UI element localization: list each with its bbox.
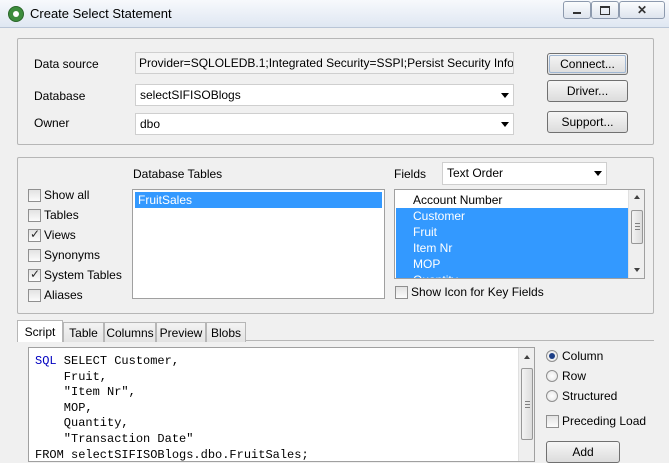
filter-checkbox[interactable]: [28, 209, 41, 222]
filter-checkbox-label: Views: [44, 228, 76, 242]
driver-button-label: Driver...: [566, 84, 609, 98]
tab-columns[interactable]: Columns: [104, 322, 156, 342]
tab-preview[interactable]: Preview: [156, 322, 206, 342]
scroll-up-icon[interactable]: [634, 195, 640, 199]
database-select[interactable]: selectSIFISOBlogs: [135, 84, 514, 106]
grip-line: [635, 223, 640, 224]
filter-checkbox[interactable]: [28, 227, 41, 242]
fields-label: Fields: [394, 167, 427, 181]
data-source-field[interactable]: Provider=SQLOLEDB.1;Integrated Security=…: [135, 52, 514, 74]
field-list-item[interactable]: Fruit: [396, 224, 628, 240]
add-button[interactable]: Add: [546, 441, 620, 463]
field-list-item[interactable]: Account Number: [396, 192, 628, 208]
table-list-item[interactable]: FruitSales: [135, 192, 382, 208]
filter-checkbox[interactable]: [28, 249, 41, 262]
script-text: SQL SELECT Customer, Fruit, "Item Nr", M…: [35, 354, 309, 462]
tab-blobs[interactable]: Blobs: [206, 322, 246, 342]
support-button-label: Support...: [561, 115, 614, 129]
fields-list[interactable]: Account NumberCustomerFruitItem NrMOPQua…: [394, 189, 645, 279]
script-editor[interactable]: SQL SELECT Customer, Fruit, "Item Nr", M…: [28, 347, 535, 462]
filter-checkbox-label: System Tables: [44, 268, 122, 282]
owner-select[interactable]: dbo: [135, 113, 514, 135]
chevron-down-icon: [594, 171, 602, 176]
data-source-label: Data source: [34, 57, 99, 71]
database-label: Database: [34, 89, 86, 103]
minimize-icon: [573, 12, 581, 14]
column-radio-label: Column: [562, 349, 604, 363]
field-list-item[interactable]: Customer: [396, 208, 628, 224]
connect-button-label: Connect...: [549, 55, 626, 73]
filter-checkbox-list: Show all Tables Views Synonyms System Tables…: [28, 188, 128, 309]
column-radio[interactable]: [546, 350, 558, 362]
connect-button[interactable]: Connect...: [547, 53, 628, 75]
row-radio[interactable]: [546, 370, 558, 382]
title-bar: Create Select Statement ✕: [0, 0, 669, 28]
add-button-label: Add: [572, 445, 594, 459]
field-order-select[interactable]: Text Order: [442, 162, 607, 185]
structured-radio-label: Structured: [562, 389, 618, 403]
database-tables-header: Database Tables: [133, 167, 223, 181]
tab-script[interactable]: Script: [17, 320, 63, 342]
filter-checkbox-label: Aliases: [44, 288, 83, 302]
scroll-up-icon[interactable]: [524, 355, 530, 359]
tab-table[interactable]: Table: [63, 322, 104, 342]
script-body: SELECT Customer, Fruit, "Item Nr", MOP, …: [35, 354, 309, 462]
filter-checkbox[interactable]: [28, 267, 41, 282]
field-order-value: Text Order: [447, 166, 504, 180]
script-scrollbar[interactable]: [518, 348, 534, 461]
maximize-button[interactable]: [591, 1, 619, 19]
filter-checkbox-label: Tables: [44, 208, 79, 222]
fields-scrollbar[interactable]: [628, 190, 644, 278]
row-radio-label: Row: [562, 369, 587, 383]
filter-checkbox-label: Synonyms: [44, 248, 101, 262]
sql-keyword: SQL: [35, 354, 57, 368]
filter-checkbox[interactable]: [28, 289, 41, 302]
minimize-button[interactable]: [563, 1, 591, 19]
field-list-item[interactable]: MOP: [396, 256, 628, 272]
preceding-load-checkbox[interactable]: [546, 415, 559, 428]
grip-line: [525, 401, 530, 402]
chevron-down-icon: [501, 122, 509, 127]
structured-radio[interactable]: [546, 390, 558, 402]
preceding-load-label: Preceding Load: [562, 414, 647, 428]
support-button[interactable]: Support...: [547, 111, 628, 133]
show-icon-key-fields-checkbox[interactable]: [395, 286, 408, 299]
owner-value: dbo: [140, 117, 161, 131]
qlik-app-icon: [8, 6, 24, 22]
field-list-item[interactable]: Quantity: [396, 272, 628, 278]
chevron-down-icon: [501, 93, 509, 98]
grip-line: [635, 229, 640, 230]
field-list-item[interactable]: Item Nr: [396, 240, 628, 256]
database-tables-list[interactable]: FruitSales: [132, 189, 385, 299]
grip-line: [525, 407, 530, 408]
show-icon-key-fields-label: Show Icon for Key Fields: [411, 285, 544, 299]
driver-button[interactable]: Driver...: [547, 80, 628, 102]
scroll-thumb[interactable]: [521, 368, 533, 440]
close-button[interactable]: ✕: [619, 1, 665, 19]
grip-line: [525, 404, 530, 405]
grip-line: [635, 226, 640, 227]
close-icon: ✕: [636, 3, 648, 17]
fields-items: Account NumberCustomerFruitItem NrMOPQua…: [396, 192, 628, 278]
filter-checkbox[interactable]: [28, 189, 41, 202]
scroll-thumb[interactable]: [631, 210, 643, 244]
maximize-icon: [600, 5, 610, 15]
filter-checkbox-label: Show all: [44, 188, 90, 202]
scroll-down-icon[interactable]: [634, 268, 640, 272]
owner-label: Owner: [34, 116, 70, 130]
database-value: selectSIFISOBlogs: [140, 88, 241, 102]
window-title: Create Select Statement: [30, 6, 172, 21]
